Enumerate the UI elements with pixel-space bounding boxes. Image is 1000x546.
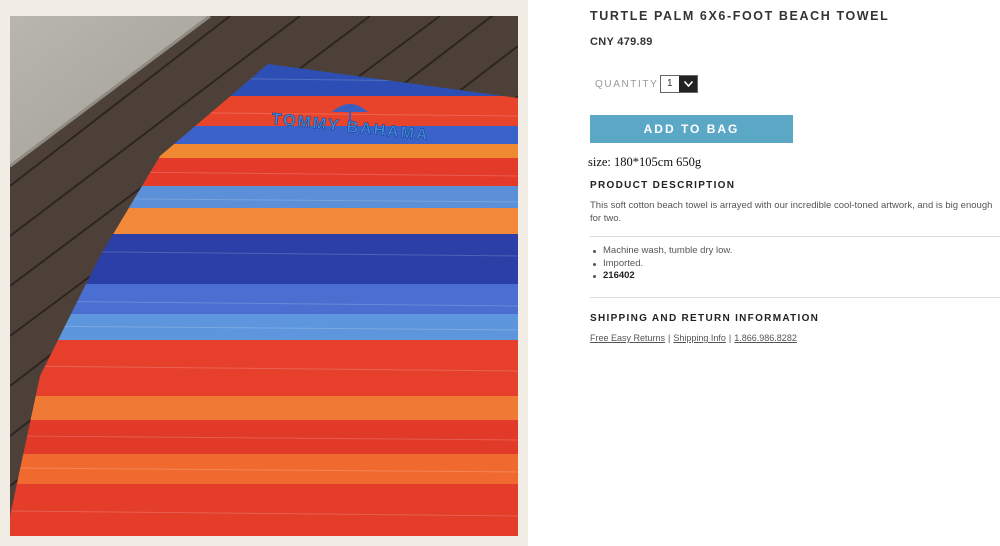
shipping-heading: SHIPPING AND RETURN INFORMATION xyxy=(590,313,820,324)
divider xyxy=(590,236,1000,237)
list-item: Imported. xyxy=(590,258,732,271)
phone-link[interactable]: 1.866.986.8282 xyxy=(734,333,797,343)
chevron-down-icon[interactable] xyxy=(679,76,697,92)
product-title: TURTLE PALM 6X6-FOOT BEACH TOWEL xyxy=(590,9,890,23)
product-info: TURTLE PALM 6X6-FOOT BEACH TOWEL CNY 479… xyxy=(588,0,1000,546)
product-price: CNY 479.89 xyxy=(590,36,653,48)
add-to-bag-button[interactable]: ADD TO BAG xyxy=(590,115,793,143)
product-image-frame: TOMMY BAHAMA xyxy=(0,0,528,546)
quantity-label: QUANTITY xyxy=(595,79,659,90)
product-image[interactable]: TOMMY BAHAMA xyxy=(10,16,518,536)
shipping-links: Free Easy Returns | Shipping Info | 1.866.98… xyxy=(590,333,797,343)
size-info: size: 180*105cm 650g xyxy=(588,155,702,169)
product-sku: 216402 xyxy=(590,270,732,283)
quantity-value: 1 xyxy=(667,78,673,89)
product-features-list: Machine wash, tumble dry low. Imported. … xyxy=(590,245,732,283)
quantity-select[interactable]: 1 xyxy=(660,75,698,93)
shipping-info-link[interactable]: Shipping Info xyxy=(673,333,726,343)
list-item: Machine wash, tumble dry low. xyxy=(590,245,732,258)
product-description-text: This soft cotton beach towel is arrayed … xyxy=(590,200,993,224)
product-description-heading: PRODUCT DESCRIPTION xyxy=(590,180,736,191)
free-easy-returns-link[interactable]: Free Easy Returns xyxy=(590,333,665,343)
divider xyxy=(590,297,1000,298)
